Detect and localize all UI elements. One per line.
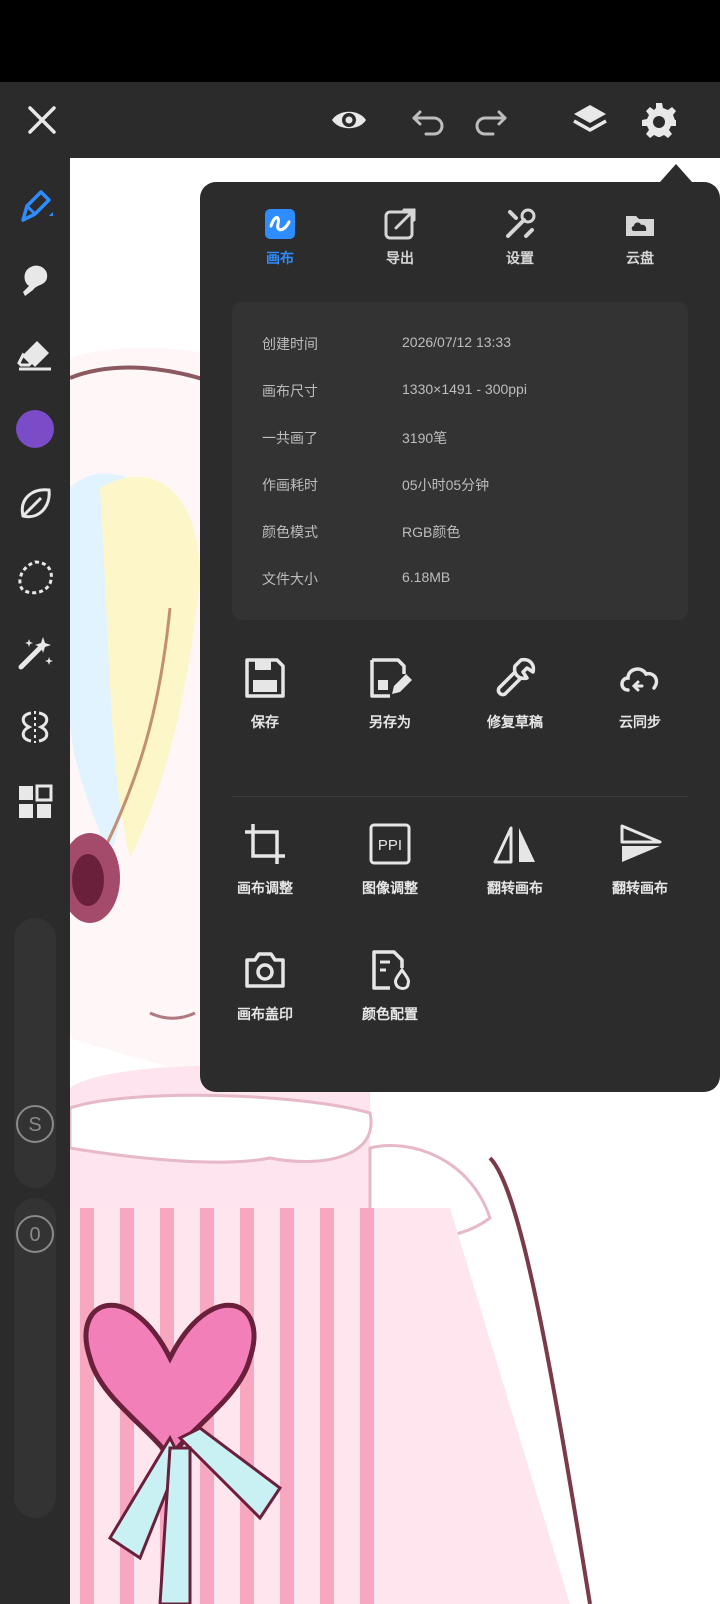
action-label: 图像调整 xyxy=(362,880,418,896)
flip-canvas-horizontal-button[interactable]: 翻转画布 xyxy=(460,814,570,924)
tab-label: 导出 xyxy=(386,250,414,266)
eye-icon[interactable] xyxy=(325,96,373,144)
tab-label: 云盘 xyxy=(626,250,654,266)
close-icon[interactable] xyxy=(18,96,66,144)
save-icon xyxy=(245,658,285,698)
eraser-icon[interactable] xyxy=(9,329,61,381)
top-toolbar xyxy=(0,82,720,158)
action-label: 保存 xyxy=(251,714,279,730)
save-button[interactable]: 保存 xyxy=(210,648,320,758)
action-label: 修复草稿 xyxy=(487,714,543,730)
canvas-tab-icon xyxy=(265,209,295,239)
cloud-sync-icon xyxy=(620,667,659,692)
action-label: 翻转画布 xyxy=(487,880,543,896)
color-config-button[interactable]: 颜色配置 xyxy=(335,940,445,1050)
opacity-indicator: 0 xyxy=(9,1208,61,1260)
tab-label: 设置 xyxy=(506,250,534,266)
tab-label: 画布 xyxy=(266,250,294,266)
redo-icon[interactable] xyxy=(467,96,515,144)
magic-wand-icon[interactable] xyxy=(9,627,61,679)
color-swatch[interactable] xyxy=(9,403,61,455)
size-indicator: S xyxy=(9,1098,61,1150)
grid-icon[interactable] xyxy=(9,776,61,828)
info-row: 画布尺寸 1330×1491 - 300ppi xyxy=(262,381,662,407)
camera-icon xyxy=(245,952,285,988)
flip-canvas-vertical-button[interactable]: 翻转画布 xyxy=(585,814,695,924)
action-label: 翻转画布 xyxy=(612,880,668,896)
export-icon xyxy=(384,208,416,240)
info-key: 作画耗时 xyxy=(262,477,318,493)
info-key: 创建时间 xyxy=(262,336,318,352)
symmetry-icon[interactable] xyxy=(9,701,61,753)
gear-icon[interactable] xyxy=(635,96,683,144)
info-row: 创建时间 2026/07/12 13:33 xyxy=(262,334,662,360)
save-as-button[interactable]: 另存为 xyxy=(335,648,445,758)
leaf-brush-icon[interactable] xyxy=(9,478,61,530)
info-value: 05小时05分钟 xyxy=(402,477,490,493)
tab-canvas[interactable]: 画布 xyxy=(235,198,325,278)
flip-horizontal-icon xyxy=(493,826,535,864)
panel-pointer xyxy=(660,164,692,182)
tools-icon xyxy=(506,208,536,238)
lasso-icon[interactable] xyxy=(9,552,61,604)
action-label: 颜色配置 xyxy=(362,1006,418,1022)
layers-icon[interactable] xyxy=(566,96,614,144)
smudge-icon[interactable] xyxy=(9,254,61,306)
info-key: 一共画了 xyxy=(262,430,318,446)
cloud-drive-icon xyxy=(626,216,654,236)
size-label: S xyxy=(28,1114,41,1136)
cloud-sync-button[interactable]: 云同步 xyxy=(585,648,695,758)
info-row: 文件大小 6.18MB xyxy=(262,569,662,595)
canvas-stamp-button[interactable]: 画布盖印 xyxy=(210,940,320,1050)
tab-cloud-drive[interactable]: 云盘 xyxy=(595,198,685,278)
opacity-label: 0 xyxy=(29,1224,40,1246)
canvas-info: 创建时间 2026/07/12 13:33 画布尺寸 1330×1491 - 3… xyxy=(232,302,688,620)
action-label: 画布调整 xyxy=(237,880,293,896)
flip-vertical-icon xyxy=(620,824,662,862)
info-row: 颜色模式 RGB颜色 xyxy=(262,522,662,548)
crop-icon xyxy=(245,824,285,864)
ppi-icon: PPI xyxy=(369,823,411,865)
status-bar xyxy=(0,0,720,82)
info-key: 颜色模式 xyxy=(262,524,318,540)
canvas-menu-panel: 画布 导出 设置 云盘 创建时间 2026/07/12 13:33 画布尺寸 1… xyxy=(200,182,720,1092)
info-value: 1330×1491 - 300ppi xyxy=(402,381,527,397)
wrench-icon xyxy=(496,657,536,697)
action-label: 云同步 xyxy=(619,714,661,730)
action-label: 画布盖印 xyxy=(237,1006,293,1022)
tool-sidebar: S 0 xyxy=(0,158,70,1604)
ppi-text: PPI xyxy=(378,837,402,854)
save-as-icon xyxy=(370,658,412,698)
pen-icon[interactable] xyxy=(9,180,61,232)
info-value: 2026/07/12 13:33 xyxy=(402,334,511,350)
info-value: 3190笔 xyxy=(402,430,448,446)
info-row: 一共画了 3190笔 xyxy=(262,428,662,454)
image-adjust-button[interactable]: PPI 图像调整 xyxy=(335,814,445,924)
action-label: 另存为 xyxy=(369,714,411,730)
section-divider xyxy=(232,796,688,797)
info-key: 画布尺寸 xyxy=(262,383,318,399)
info-value: RGB颜色 xyxy=(402,524,461,540)
repair-draft-button[interactable]: 修复草稿 xyxy=(460,648,570,758)
tab-settings[interactable]: 设置 xyxy=(475,198,565,278)
info-value: 6.18MB xyxy=(402,569,451,585)
canvas-adjust-button[interactable]: 画布调整 xyxy=(210,814,320,924)
info-row: 作画耗时 05小时05分钟 xyxy=(262,475,662,501)
tab-export[interactable]: 导出 xyxy=(355,198,445,278)
undo-icon[interactable] xyxy=(404,96,452,144)
color-profile-icon xyxy=(372,950,410,990)
info-key: 文件大小 xyxy=(262,571,318,587)
